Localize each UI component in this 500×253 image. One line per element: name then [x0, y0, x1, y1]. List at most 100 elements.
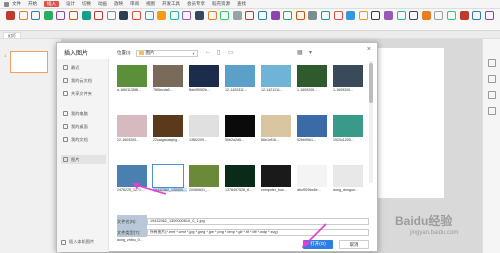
- ribbon-tool-icon[interactable]: [245, 11, 255, 20]
- ribbon-tool-icon[interactable]: [232, 11, 242, 20]
- ribbon-tool-icon[interactable]: [295, 11, 305, 20]
- ribbon-tool-icon[interactable]: [484, 11, 494, 20]
- file-thumbnail[interactable]: d-1f601135f8...: [117, 65, 147, 92]
- ribbon-tool-icon[interactable]: [447, 11, 456, 20]
- sidebar-item[interactable]: 最近: [61, 63, 106, 72]
- chevron-down-icon[interactable]: ▾: [309, 49, 312, 56]
- menu-item[interactable]: 稻壳资源: [212, 1, 230, 7]
- ribbon-tool-icon[interactable]: [434, 11, 444, 20]
- file-thumbnail[interactable]: 50b2a2d5...: [225, 115, 255, 142]
- location-select[interactable]: 图片 ▾: [135, 49, 198, 57]
- ribbon-tool-icon[interactable]: [6, 11, 15, 20]
- menu-item[interactable]: 放映: [114, 1, 123, 7]
- file-thumbnail[interactable]: 1378497528_8...: [225, 165, 255, 192]
- file-thumbnail[interactable]: 1920x1200...: [333, 115, 363, 142]
- ribbon-tool-icon[interactable]: [346, 11, 356, 20]
- menu-item[interactable]: 视图: [146, 1, 155, 7]
- file-thumbnail[interactable]: dbcf929bc6e...: [297, 165, 327, 192]
- file-thumbnail[interactable]: 1-1609200...: [333, 65, 363, 92]
- property-icon[interactable]: [488, 59, 496, 67]
- ribbon-tool-icon[interactable]: [31, 11, 41, 20]
- ribbon-tool-icon[interactable]: [409, 11, 419, 20]
- ribbon-tool-icon[interactable]: [358, 11, 368, 20]
- menu-item[interactable]: 查找: [237, 1, 246, 7]
- file-thumbnail[interactable]: 22-1609200...: [117, 115, 147, 142]
- ribbon-tool-icon[interactable]: [144, 11, 154, 20]
- ribbon-tool-icon[interactable]: [106, 11, 116, 20]
- ribbon-tool-icon[interactable]: [371, 11, 381, 20]
- ribbon-tool-icon[interactable]: [270, 11, 280, 20]
- ribbon-tool-icon[interactable]: [333, 11, 343, 20]
- ribbon-tool-icon[interactable]: [258, 11, 267, 20]
- ribbon-tool-icon[interactable]: [195, 11, 204, 20]
- close-icon[interactable]: ×: [367, 46, 371, 53]
- ribbon-tool-icon[interactable]: [384, 11, 393, 20]
- style-icon[interactable]: [488, 75, 496, 83]
- up-folder-icon[interactable]: ▯: [217, 49, 220, 56]
- file-grid-scrollbar[interactable]: [369, 61, 373, 183]
- new-folder-icon[interactable]: ▭: [228, 49, 234, 56]
- shape-icon[interactable]: [488, 91, 496, 99]
- slide-thumbnail[interactable]: [10, 51, 48, 73]
- ribbon-tool-icon[interactable]: [207, 11, 217, 20]
- file-thumbnail[interactable]: 12-1421211...: [261, 65, 291, 92]
- dialog-title: 插入图片: [64, 51, 89, 57]
- menu-item[interactable]: 开发工具: [162, 1, 180, 7]
- menu-item[interactable]: 会员专享: [187, 1, 205, 7]
- sidebar-item[interactable]: 我的桌面: [61, 122, 106, 131]
- filename-input[interactable]: 19432362_1300000810_0_1.jpg: [147, 218, 369, 225]
- file-thumbnail[interactable]: 12-1420311...: [225, 65, 255, 92]
- ribbon-tool-icon[interactable]: [421, 11, 431, 20]
- sidebar-item-icon: [63, 111, 68, 116]
- file-thumbnail[interactable]: 7f85ecda0...: [153, 65, 183, 92]
- ribbon-tool-icon[interactable]: [220, 11, 230, 20]
- insert-local-picture-link[interactable]: 插入本机图片: [61, 239, 94, 245]
- sidebar-item[interactable]: 图片: [61, 155, 106, 164]
- file-thumbnail[interactable]: 8de0f00f2b...: [189, 65, 219, 92]
- cancel-button[interactable]: 取消: [339, 240, 369, 249]
- ribbon-tool-icon[interactable]: [119, 11, 129, 20]
- ribbon-tool-icon[interactable]: [283, 11, 293, 20]
- ribbon-tool-icon[interactable]: [396, 11, 406, 20]
- ribbon-tool-icon[interactable]: [157, 11, 167, 20]
- file-thumbnail[interactable]: 20080601_...: [189, 165, 219, 192]
- ribbon-tool-icon[interactable]: [182, 11, 192, 20]
- sidebar-item[interactable]: 我的电脑: [61, 109, 106, 118]
- animation-icon[interactable]: [488, 107, 496, 115]
- ribbon-tool-icon[interactable]: [94, 11, 104, 20]
- menu-item[interactable]: 设计: [66, 1, 75, 7]
- menu-icon[interactable]: [4, 1, 9, 7]
- ribbon-tool-icon[interactable]: [81, 11, 91, 20]
- menu-item[interactable]: 动画: [98, 1, 107, 7]
- ribbon-tool-icon[interactable]: [56, 11, 66, 20]
- ribbon-tool-icon[interactable]: [321, 11, 330, 20]
- file-thumbnail[interactable]: 13f62209...: [189, 115, 219, 142]
- sidebar-item[interactable]: 共享文件夹: [61, 89, 106, 98]
- scrollbar-thumb[interactable]: [369, 63, 373, 103]
- ribbon-tool-icon[interactable]: [169, 11, 179, 20]
- file-thumbnail[interactable]: computer_bus...: [261, 165, 291, 192]
- ribbon-tool-icon[interactable]: [69, 11, 78, 20]
- ribbon-tool-icon[interactable]: [308, 11, 318, 20]
- file-thumbnail[interactable]: 22caigaoaiqing...: [153, 115, 183, 142]
- filetype-select[interactable]: 所有图片(*.emf *.wmf *.jpg *.jpeg *.jpe *.pn…: [147, 229, 369, 236]
- sidebar-item[interactable]: 我的云文档: [61, 76, 106, 85]
- menu-item[interactable]: 插入: [44, 1, 59, 7]
- menu-item[interactable]: 文件: [12, 1, 21, 7]
- ribbon-tool-icon[interactable]: [472, 11, 482, 20]
- file-thumbnail[interactable]: dong_donguo...: [333, 165, 363, 192]
- menu-item[interactable]: 切换: [82, 1, 91, 7]
- file-thumbnail[interactable]: 66e1ef16...: [261, 115, 291, 142]
- menu-item[interactable]: 审阅: [130, 1, 139, 7]
- file-thumbnail[interactable]: 1-1609200...: [297, 65, 327, 92]
- ribbon-tool-icon[interactable]: [132, 11, 141, 20]
- back-icon[interactable]: ←: [205, 49, 211, 55]
- tab-slides[interactable]: 幻灯: [3, 32, 21, 38]
- ribbon-tool-icon[interactable]: [459, 11, 469, 20]
- file-thumbnail[interactable]: 52bb99b1...: [297, 115, 327, 142]
- ribbon-tool-icon[interactable]: [18, 11, 28, 20]
- sidebar-item[interactable]: 我的文档: [61, 135, 106, 144]
- view-mode-icon[interactable]: ▦: [297, 49, 303, 56]
- ribbon-tool-icon[interactable]: [43, 11, 53, 20]
- menu-item[interactable]: 开始: [28, 1, 37, 7]
